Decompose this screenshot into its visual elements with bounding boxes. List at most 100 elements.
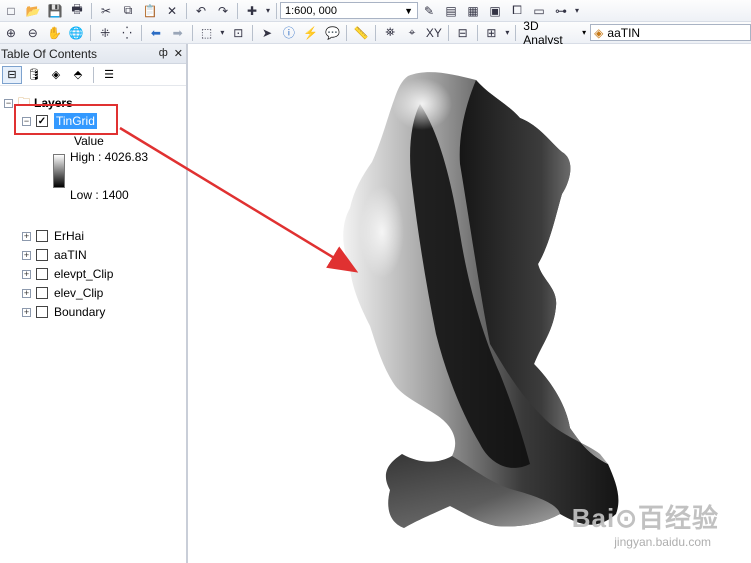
chevron-down-icon: ▼	[404, 5, 413, 16]
baidu-watermark: Bai⊙百经验	[571, 503, 719, 533]
back-arrow-icon[interactable]: ⬅	[146, 23, 166, 43]
expand-icon[interactable]: +	[22, 231, 31, 241]
expand-icon[interactable]: +	[22, 250, 31, 260]
list-by-selection-icon[interactable]: ⬘	[68, 66, 88, 84]
print-icon[interactable]: 🖶	[67, 1, 87, 21]
toolbar-separator	[237, 2, 238, 19]
elevation-color-ramp	[53, 154, 65, 188]
select-elements-arrow-icon[interactable]: ➤	[257, 23, 277, 43]
close-icon[interactable]: ✕	[174, 47, 183, 60]
layer-name[interactable]: elev_Clip	[54, 286, 103, 300]
toolbar-options-icon[interactable]: ▾	[503, 23, 511, 43]
fixed-zoom-in-icon[interactable]: ⁜	[95, 23, 115, 43]
expand-icon[interactable]: +	[22, 307, 31, 317]
3d-analyst-menu[interactable]: 3D Analyst ▾	[519, 19, 590, 47]
table-of-contents-icon[interactable]: ▤	[441, 1, 461, 21]
measure-icon[interactable]: 📏	[351, 23, 371, 43]
fixed-zoom-out-icon[interactable]: ⁛	[117, 23, 137, 43]
catalog-icon[interactable]: ▦	[463, 1, 483, 21]
analyst-layer-select[interactable]: ◈ aaTIN	[590, 24, 751, 41]
layer-row[interactable]: + elev_Clip	[22, 284, 103, 302]
zoom-in-icon[interactable]: ⊕	[1, 23, 21, 43]
toolbar-separator	[90, 24, 92, 41]
create-viewer-window-icon[interactable]: ⊞	[482, 23, 502, 43]
analyst-layer-value: aaTIN	[607, 25, 641, 40]
baidu-watermark-url: jingyan.baidu.com	[614, 535, 711, 549]
expand-icon[interactable]: +	[22, 288, 31, 298]
layer-name[interactable]: aaTIN	[54, 248, 87, 262]
chevron-down-icon: ▾	[582, 28, 587, 37]
search-window-icon[interactable]: ▣	[485, 1, 505, 21]
layer-visibility-checkbox[interactable]	[36, 287, 48, 299]
layer-visibility-checkbox[interactable]	[36, 268, 48, 280]
pan-hand-icon[interactable]: ✋	[45, 23, 65, 43]
undo-icon[interactable]: ↶	[191, 1, 211, 21]
map-scale-select[interactable]: 1:600, 000 ▼	[280, 2, 418, 19]
clear-selection-icon[interactable]: ⊡	[228, 23, 248, 43]
toolbar-separator	[276, 2, 277, 19]
cut-icon[interactable]: ✂	[96, 1, 116, 21]
add-data-dropdown-icon[interactable]: ▾	[264, 1, 272, 21]
list-by-visibility-icon[interactable]: ◈	[46, 66, 66, 84]
add-data-icon[interactable]: ✚	[242, 1, 262, 21]
collapse-icon[interactable]: −	[4, 98, 13, 108]
editor-toolbar-icon[interactable]: ✎	[419, 1, 439, 21]
open-folder-icon[interactable]: 📂	[23, 1, 43, 21]
legend-low-row: Low : 1400	[70, 186, 129, 204]
identify-icon[interactable]: ⓘ	[279, 23, 299, 43]
toolbar-separator	[447, 24, 449, 41]
html-popup-icon[interactable]: 💬	[323, 23, 343, 43]
list-by-drawing-order-icon[interactable]: ⊟	[2, 65, 22, 84]
layer-row[interactable]: + aaTIN	[22, 246, 87, 264]
pin-icon[interactable]: ф	[159, 47, 168, 60]
map-display[interactable]: Bai⊙百经验 jingyan.baidu.com	[190, 44, 751, 563]
layer-name[interactable]: ErHai	[54, 229, 84, 243]
standard-toolbar: □ 📂 💾 🖶 ✂ ⧉ 📋 ✕ ↶ ↷ ✚ ▾ 1:600, 000 ▼ ✎ ▤…	[0, 0, 751, 22]
tin-layer-icon: ◈	[594, 25, 604, 40]
legend-high-label: High : 4026.83	[70, 150, 149, 164]
select-dropdown-icon[interactable]: ▾	[218, 23, 226, 43]
western-bright-ridge	[360, 186, 404, 278]
layer-visibility-checkbox[interactable]	[36, 230, 48, 242]
layer-visibility-checkbox[interactable]	[36, 249, 48, 261]
forward-arrow-icon[interactable]: ➡	[168, 23, 188, 43]
hyperlink-icon[interactable]: ⚡	[301, 23, 321, 43]
list-by-source-icon[interactable]: 🛢	[24, 66, 44, 84]
toolbar-separator	[515, 24, 517, 41]
python-window-icon[interactable]: ▭	[529, 1, 549, 21]
3d-analyst-menu-label: 3D Analyst	[523, 18, 563, 47]
layer-row[interactable]: + ErHai	[22, 227, 84, 245]
delete-icon[interactable]: ✕	[162, 1, 182, 21]
layer-visibility-checkbox[interactable]	[36, 306, 48, 318]
expand-icon[interactable]: +	[22, 269, 31, 279]
toolbar-separator	[140, 24, 142, 41]
toolbar-separator	[346, 24, 348, 41]
toolbar-separator	[476, 24, 478, 41]
tin-grid-raster	[343, 72, 619, 528]
toc-title: Table Of Contents	[1, 46, 98, 61]
find-binoculars-icon[interactable]: ⛯	[380, 23, 400, 43]
toc-title-bar: Table Of Contents ф ✕	[0, 44, 186, 64]
layer-row[interactable]: + Boundary	[22, 303, 105, 321]
toolbar-options-icon[interactable]: ▾	[573, 1, 581, 21]
go-to-xy-icon[interactable]: XY	[424, 23, 444, 43]
layer-row[interactable]: + elevpt_Clip	[22, 265, 113, 283]
select-features-icon[interactable]: ⬚	[197, 23, 217, 43]
model-builder-icon[interactable]: ⊶	[551, 1, 571, 21]
time-slider-icon[interactable]: ⊟	[453, 23, 473, 43]
save-icon[interactable]: 💾	[45, 1, 65, 21]
arctoolbox-icon[interactable]: ⧠	[507, 1, 527, 21]
paste-icon[interactable]: 📋	[140, 1, 160, 21]
new-document-icon[interactable]: □	[1, 1, 21, 21]
zoom-out-icon[interactable]: ⊖	[23, 23, 43, 43]
find-route-icon[interactable]: ⌖	[402, 23, 422, 43]
toc-options-icon[interactable]: ☰	[99, 66, 119, 84]
copy-icon[interactable]: ⧉	[118, 1, 138, 21]
redo-icon[interactable]: ↷	[213, 1, 233, 21]
layer-name[interactable]: Boundary	[54, 305, 105, 319]
annotation-highlight-box	[14, 104, 118, 135]
full-extent-globe-icon[interactable]: 🌐	[66, 23, 86, 43]
layer-name[interactable]: elevpt_Clip	[54, 267, 113, 281]
toolbar-separator	[252, 24, 254, 41]
toolbar-separator	[91, 2, 92, 19]
